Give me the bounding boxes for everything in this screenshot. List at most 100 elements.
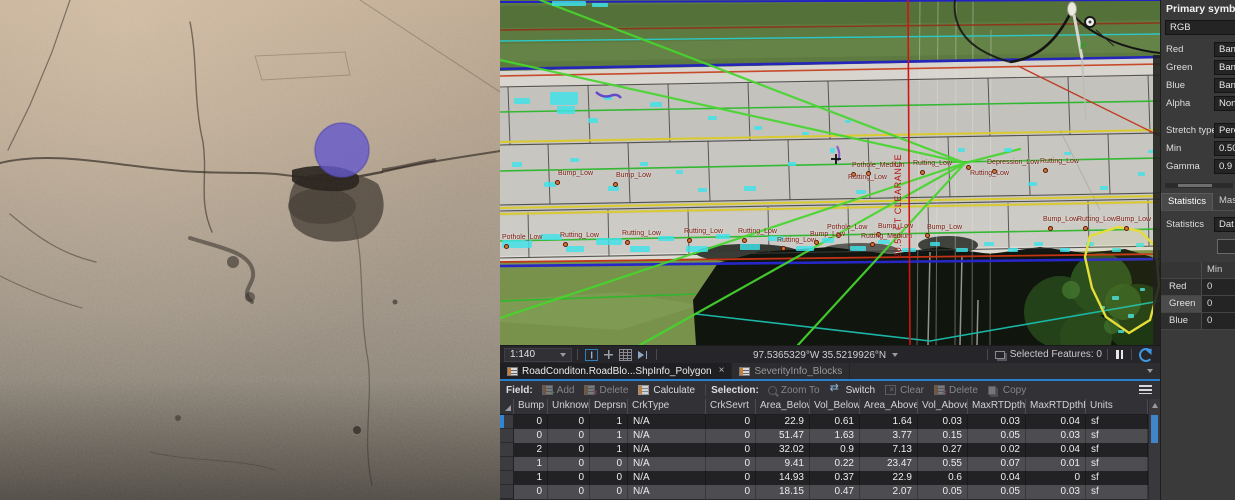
cell-vol_below[interactable]: 0.37 — [810, 471, 860, 485]
row-selector[interactable] — [500, 457, 514, 471]
column-header-maxrtdpthl[interactable]: MaxRTDpthL — [968, 399, 1026, 414]
cell-area_below[interactable]: 51.47 — [756, 429, 810, 443]
cell-area_below[interactable]: 22.9 — [756, 415, 810, 429]
table-scrollbar[interactable] — [1148, 399, 1160, 500]
cell-crktype[interactable]: N/A — [628, 471, 706, 485]
table-row[interactable]: 001N/A051.471.633.770.150.050.03sf — [500, 429, 1160, 443]
cell-maxrtdpthr[interactable]: 0.03 — [1026, 485, 1086, 499]
cell-maxrtdpthl[interactable]: 0.02 — [968, 443, 1026, 457]
cell-bump[interactable]: 0 — [514, 485, 548, 499]
tab-severityinfo-blocks[interactable]: SeverityInfo_Blocks — [732, 363, 850, 379]
cell-crksevrt[interactable]: 0 — [706, 471, 756, 485]
cell-crktype[interactable]: N/A — [628, 429, 706, 443]
cell-vol_above[interactable]: 0.15 — [918, 429, 968, 443]
cell-vol_above[interactable]: 0.6 — [918, 471, 968, 485]
cell-units[interactable]: sf — [1086, 471, 1148, 485]
tab-mask[interactable]: Mask — [1213, 193, 1235, 210]
cell-deprsn[interactable]: 1 — [590, 443, 628, 457]
cell-deprsn[interactable]: 1 — [590, 415, 628, 429]
cell-crksevrt[interactable]: 0 — [706, 429, 756, 443]
column-header-unknown[interactable]: Unknown — [548, 399, 590, 414]
cell-crksevrt[interactable]: 0 — [706, 415, 756, 429]
column-header-bump[interactable]: Bump — [514, 399, 548, 414]
cell-vol_above[interactable]: 0.05 — [918, 485, 968, 499]
cell-units[interactable]: sf — [1086, 415, 1148, 429]
column-header-crktype[interactable]: CrkType — [628, 399, 706, 414]
cell-vol_above[interactable]: 0.03 — [918, 415, 968, 429]
scroll-up-icon[interactable] — [1152, 403, 1158, 408]
cell-area_above[interactable]: 7.13 — [860, 443, 918, 457]
cell-area_below[interactable]: 18.15 — [756, 485, 810, 499]
cell-crktype[interactable]: N/A — [628, 443, 706, 457]
cell-bump[interactable]: 0 — [514, 415, 548, 429]
toolbar-button-switch[interactable]: Switch — [825, 382, 880, 398]
cell-maxrtdpthr[interactable]: 0.03 — [1026, 429, 1086, 443]
cell-units[interactable]: sf — [1086, 443, 1148, 457]
cell-maxrtdpthl[interactable]: 0.03 — [968, 415, 1026, 429]
select-all-corner[interactable] — [500, 399, 514, 414]
cell-bump[interactable]: 2 — [514, 443, 548, 457]
cell-vol_below[interactable]: 0.9 — [810, 443, 860, 457]
hscroll-thumb[interactable] — [1178, 184, 1212, 187]
playback-icon[interactable] — [636, 349, 649, 361]
column-header-crksevrt[interactable]: CrkSevrt — [706, 399, 756, 414]
column-header-area_below[interactable]: Area_Below — [756, 399, 810, 414]
cell-units[interactable]: sf — [1086, 457, 1148, 471]
cell-area_below[interactable]: 9.41 — [756, 457, 810, 471]
pause-drawing-button[interactable] — [1116, 350, 1123, 359]
tab-statistics[interactable]: Statistics — [1161, 193, 1213, 210]
band-alpha-dropdown[interactable]: None — [1214, 96, 1235, 111]
row-selector[interactable] — [500, 485, 514, 499]
cell-maxrtdpthr[interactable]: 0.01 — [1026, 457, 1086, 471]
cell-vol_below[interactable]: 0.47 — [810, 485, 860, 499]
panel-horizontal-scrollbar[interactable] — [1165, 183, 1233, 188]
cell-unknown[interactable]: 0 — [548, 443, 590, 457]
pan-tool-icon[interactable] — [602, 349, 615, 361]
cell-deprsn[interactable]: 0 — [590, 471, 628, 485]
column-header-area_above[interactable]: Area_Above — [860, 399, 918, 414]
table-row[interactable]: 000N/A018.150.472.070.050.050.03sf — [500, 485, 1160, 499]
table-row[interactable]: 001N/A022.90.611.640.030.030.04sf — [500, 415, 1160, 429]
cell-vol_below[interactable]: 0.22 — [810, 457, 860, 471]
cell-unknown[interactable]: 0 — [548, 457, 590, 471]
cell-area_above[interactable]: 22.9 — [860, 471, 918, 485]
cell-vol_below[interactable]: 1.63 — [810, 429, 860, 443]
stretch-type-dropdown[interactable]: Perc — [1214, 123, 1235, 138]
cell-crksevrt[interactable]: 0 — [706, 457, 756, 471]
coordinates-display[interactable]: 97.5365329°W 35.5219926°N — [753, 346, 898, 364]
min-dropdown[interactable]: 0.50 — [1214, 141, 1235, 156]
row-selector[interactable] — [500, 415, 514, 429]
cell-maxrtdpthl[interactable]: 0.05 — [968, 485, 1026, 499]
cell-crksevrt[interactable]: 0 — [706, 485, 756, 499]
cell-area_below[interactable]: 32.02 — [756, 443, 810, 457]
band-red-dropdown[interactable]: Band — [1214, 42, 1235, 57]
cell-maxrtdpthr[interactable]: 0.04 — [1026, 415, 1086, 429]
map-view[interactable]: 20.55 FT CLEARANCE P Bump_LowBump_LowPot… — [500, 0, 1160, 345]
stats-row-green[interactable]: Green0 — [1161, 296, 1235, 313]
statistics-options-button[interactable] — [1217, 239, 1235, 254]
table-row[interactable]: 100N/A09.410.2223.470.550.070.01sf — [500, 457, 1160, 471]
cell-unknown[interactable]: 0 — [548, 415, 590, 429]
gamma-dropdown[interactable]: 0.9 — [1214, 159, 1235, 174]
tab-list-chevron-icon[interactable] — [1147, 369, 1153, 373]
cell-area_above[interactable]: 23.47 — [860, 457, 918, 471]
tab-roadcondition-polygon[interactable]: RoadConditon.RoadBlo...ShpInfo_Polygon — [500, 363, 732, 379]
row-selector[interactable] — [500, 471, 514, 485]
column-header-vol_below[interactable]: Vol_Below — [810, 399, 860, 414]
cell-vol_below[interactable]: 0.61 — [810, 415, 860, 429]
cell-unknown[interactable]: 0 — [548, 485, 590, 499]
table-menu-icon[interactable] — [1139, 385, 1152, 394]
cell-area_above[interactable]: 3.77 — [860, 429, 918, 443]
grid-toggle-icon[interactable] — [619, 349, 632, 361]
cell-crktype[interactable]: N/A — [628, 415, 706, 429]
cell-crktype[interactable]: N/A — [628, 457, 706, 471]
cell-maxrtdpthr[interactable]: 0 — [1026, 471, 1086, 485]
cell-vol_above[interactable]: 0.27 — [918, 443, 968, 457]
cell-crktype[interactable]: N/A — [628, 485, 706, 499]
statistics-source-dropdown[interactable]: Dat — [1214, 217, 1235, 232]
table-row[interactable]: 201N/A032.020.97.130.270.020.04sf — [500, 443, 1160, 457]
cell-area_below[interactable]: 14.93 — [756, 471, 810, 485]
column-header-vol_above[interactable]: Vol_Above — [918, 399, 968, 414]
stats-row-blue[interactable]: Blue0 — [1161, 313, 1235, 330]
table-row[interactable]: 100N/A014.930.3722.90.60.040sf — [500, 471, 1160, 485]
